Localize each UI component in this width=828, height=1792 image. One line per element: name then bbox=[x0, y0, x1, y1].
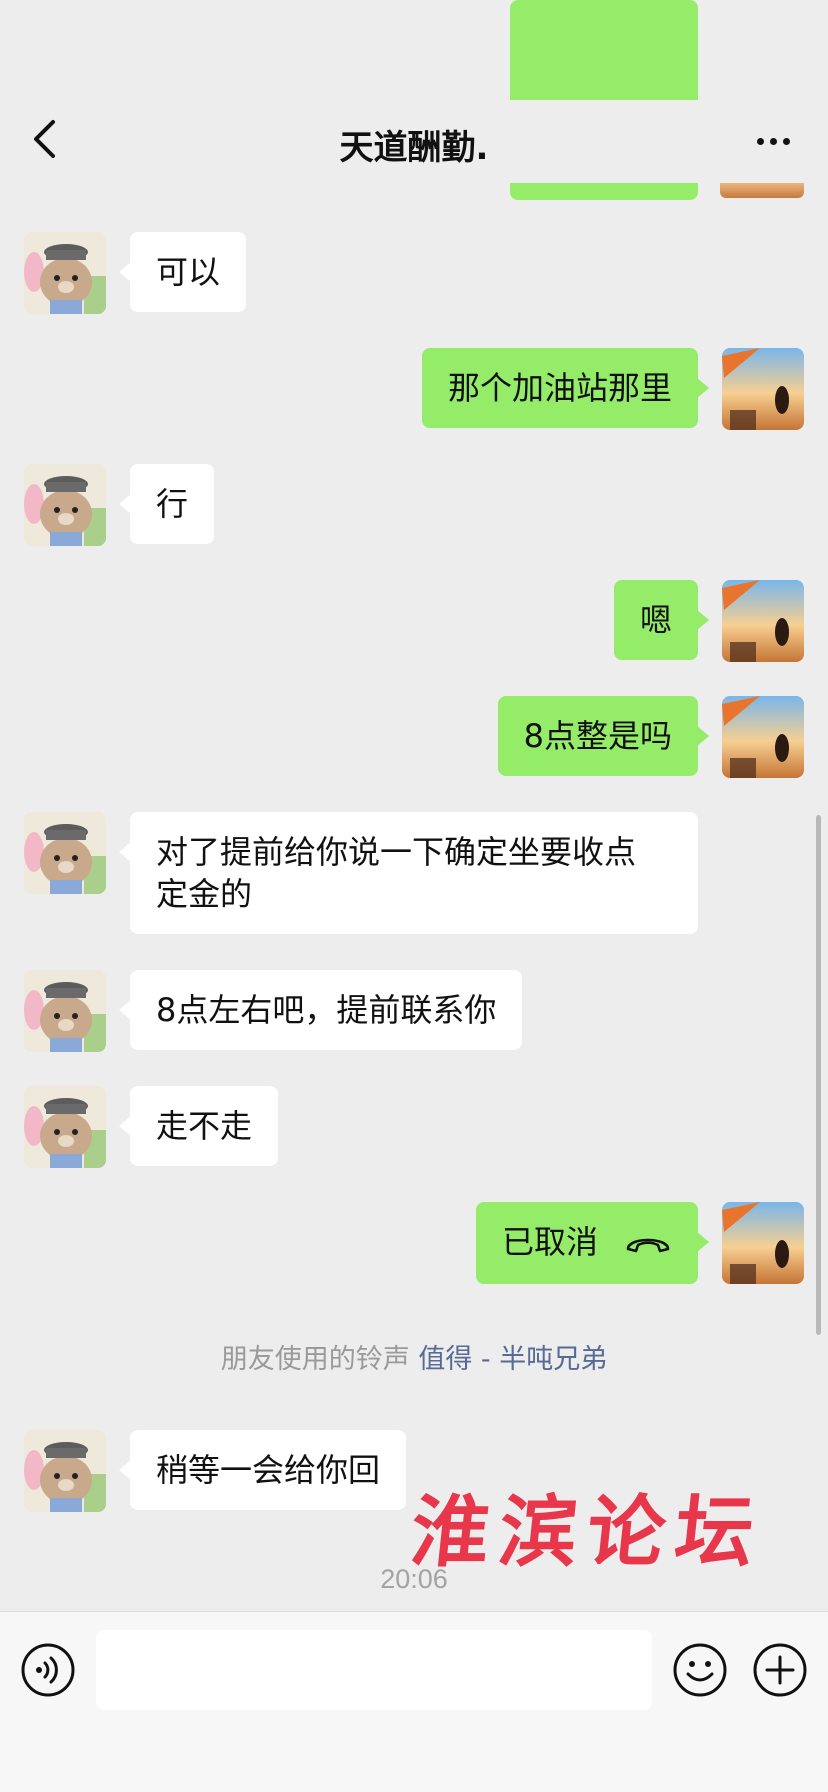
received-message-bubble[interactable]: 走不走 bbox=[118, 1086, 279, 1166]
ringtone-notice: 朋友使用的铃声 值得 - 半吨兄弟 bbox=[0, 1337, 828, 1376]
sent-message-bubble[interactable]: 嗯 bbox=[613, 580, 710, 660]
chat-title: 天道酬勤. bbox=[339, 128, 489, 168]
my-avatar[interactable] bbox=[722, 1202, 804, 1284]
received-message-bubble[interactable]: 可以 bbox=[118, 232, 247, 312]
call-record-bubble[interactable]: 已取消 bbox=[475, 1202, 710, 1284]
contact-avatar[interactable] bbox=[24, 232, 106, 314]
contact-avatar[interactable] bbox=[24, 970, 106, 1052]
contact-avatar[interactable] bbox=[24, 464, 106, 546]
sent-message-bubble[interactable]: 那个加油站那里 bbox=[421, 348, 710, 428]
chat-header: 天道酬勤. bbox=[0, 0, 828, 200]
message-list[interactable]: 可以 那个加油站那里 行 嗯 8点整是吗 对了提前给你说一下确定坐要收点 定金的 bbox=[0, 184, 828, 1610]
scrollbar[interactable] bbox=[816, 815, 821, 1335]
ringtone-link[interactable]: 值得 - 半吨兄弟 bbox=[418, 1344, 607, 1375]
call-status-text: 已取消 bbox=[501, 1223, 598, 1261]
phone-hangup-icon bbox=[624, 1223, 672, 1265]
message-input[interactable] bbox=[96, 1630, 652, 1710]
plus-icon[interactable] bbox=[752, 1642, 808, 1698]
voice-icon[interactable] bbox=[20, 1642, 76, 1698]
my-avatar[interactable] bbox=[722, 580, 804, 662]
received-message-bubble[interactable]: 8点左右吧，提前联系你 bbox=[118, 970, 523, 1050]
received-message-bubble[interactable]: 对了提前给你说一下确定坐要收点 定金的 bbox=[119, 812, 698, 934]
received-message-bubble[interactable]: 行 bbox=[118, 464, 215, 544]
emoji-icon[interactable] bbox=[672, 1642, 728, 1698]
input-bar bbox=[0, 1611, 828, 1792]
contact-avatar[interactable] bbox=[24, 1086, 106, 1168]
my-avatar[interactable] bbox=[722, 348, 804, 430]
contact-avatar[interactable] bbox=[24, 1430, 106, 1512]
contact-avatar[interactable] bbox=[24, 812, 106, 894]
my-avatar[interactable] bbox=[722, 696, 804, 778]
more-dots-icon[interactable] bbox=[748, 124, 798, 158]
ringtone-notice-text: 朋友使用的铃声 bbox=[220, 1344, 410, 1375]
sent-message-bubble[interactable]: 8点整是吗 bbox=[497, 696, 710, 776]
forum-watermark: 淮滨论坛 bbox=[406, 1487, 769, 1578]
received-message-bubble[interactable]: 稍等一会给你回 bbox=[118, 1430, 407, 1510]
